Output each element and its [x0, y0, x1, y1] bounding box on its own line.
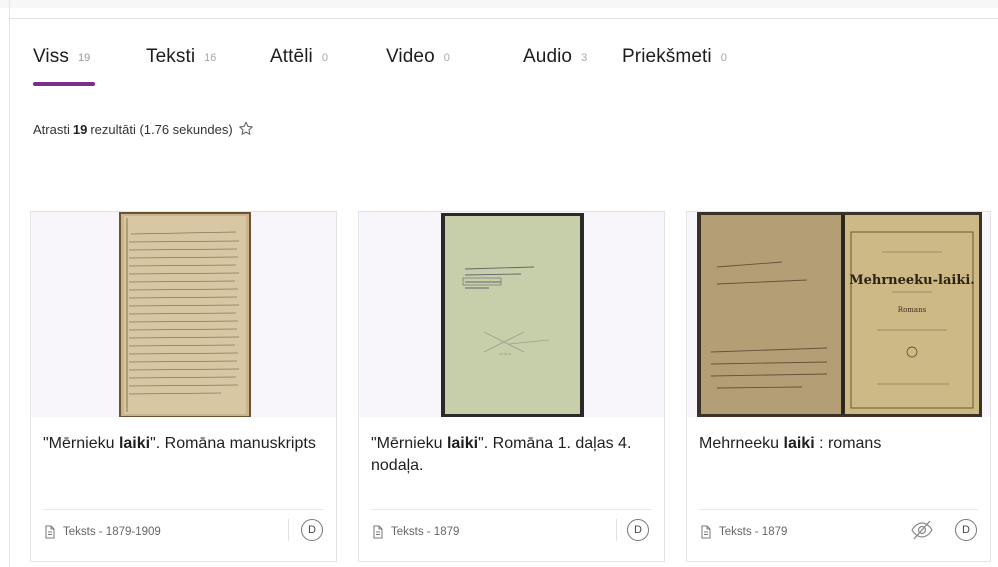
document-icon — [699, 525, 713, 539]
tab-label: Teksti — [146, 46, 196, 67]
tab-count: 0 — [321, 52, 328, 64]
access-badge[interactable]: D — [627, 519, 649, 541]
tab-texts[interactable]: Teksti 16 — [146, 19, 270, 95]
result-card[interactable]: ~~~ "Mērnieku laiki". Romāna 1. daļas 4.… — [358, 211, 665, 562]
title-text: ". Romāna manuskripts — [150, 435, 316, 452]
tab-count: 19 — [77, 52, 91, 64]
tab-images[interactable]: Attēli 0 — [270, 19, 386, 95]
result-card[interactable]: Mehrneeku-laiki. Romans Mehrneeku laiki … — [686, 211, 991, 562]
results-count: 19 — [72, 121, 88, 137]
card-meta-text: Teksts - 1879 — [719, 526, 788, 538]
card-meta: Teksts - 1879 — [699, 525, 787, 539]
tab-label: Audio — [523, 46, 573, 67]
card-thumbnail[interactable] — [31, 212, 336, 417]
result-card[interactable]: "Mērnieku laiki". Romāna manuskripts Tek… — [30, 211, 337, 562]
tab-label: Attēli — [270, 46, 313, 67]
tab-audio[interactable]: Audio 3 — [523, 19, 622, 95]
results-suffix: rezultāti (1.76 sekundes) — [90, 121, 233, 137]
tab-count: 3 — [581, 52, 588, 64]
card-title[interactable]: Mehrneeku laiki : romans — [699, 433, 978, 455]
result-type-tabs: Viss 19 Teksti 16 Attēli 0 Video 0 Audio… — [33, 19, 772, 95]
title-highlight: laiki — [118, 435, 151, 452]
tab-count: 0 — [720, 52, 727, 64]
results-prefix: Atrasti — [33, 121, 70, 137]
access-badge[interactable]: D — [301, 519, 323, 541]
book-title-text: Mehrneeku-laiki. — [849, 273, 975, 288]
tab-video[interactable]: Video 0 — [386, 19, 523, 95]
title-highlight: laiki — [446, 435, 479, 452]
card-divider — [371, 509, 652, 510]
card-meta-text: Teksts - 1879-1909 — [63, 526, 161, 538]
tab-label: Video — [386, 46, 435, 67]
card-title[interactable]: "Mērnieku laiki". Romāna manuskripts — [43, 433, 324, 455]
book-subtitle-text: Romans — [898, 306, 927, 314]
tab-objects[interactable]: Priekšmeti 0 — [622, 19, 772, 95]
title-text: : romans — [814, 435, 882, 452]
card-divider — [699, 509, 978, 510]
svg-text:~~~: ~~~ — [499, 352, 512, 358]
tab-all[interactable]: Viss 19 — [33, 19, 146, 95]
active-tab-indicator — [33, 82, 95, 86]
eye-off-icon[interactable] — [909, 518, 935, 542]
star-outline-icon[interactable] — [238, 121, 254, 137]
manuscript-image — [119, 212, 251, 417]
card-thumbnail[interactable]: ~~~ — [359, 212, 664, 417]
results-summary: Atrasti 19 rezultāti (1.76 sekundes) — [33, 121, 254, 137]
card-divider — [43, 509, 324, 510]
card-meta: Teksts - 1879 — [371, 525, 459, 539]
manuscript-cover-image: ~~~ — [441, 213, 584, 417]
title-text: "Mērnieku — [43, 435, 119, 452]
tab-label: Priekšmeti — [622, 46, 712, 67]
title-highlight: laiki — [783, 435, 815, 452]
card-meta: Teksts - 1879-1909 — [43, 525, 161, 539]
access-badge[interactable]: D — [955, 519, 977, 541]
badge-divider — [288, 519, 289, 541]
badge-divider — [616, 519, 617, 541]
book-spread-image: Mehrneeku-laiki. Romans — [697, 212, 982, 417]
card-meta-text: Teksts - 1879 — [391, 526, 460, 538]
card-thumbnail[interactable]: Mehrneeku-laiki. Romans — [687, 212, 990, 417]
document-icon — [371, 525, 385, 539]
title-text: "Mērnieku — [371, 435, 447, 452]
document-icon — [43, 525, 57, 539]
tab-label: Viss — [33, 46, 69, 67]
title-text: Mehrneeku — [699, 435, 784, 452]
tab-count: 16 — [204, 52, 217, 64]
card-title[interactable]: "Mērnieku laiki". Romāna 1. daļas 4. nod… — [371, 433, 652, 477]
tab-count: 0 — [443, 52, 450, 64]
